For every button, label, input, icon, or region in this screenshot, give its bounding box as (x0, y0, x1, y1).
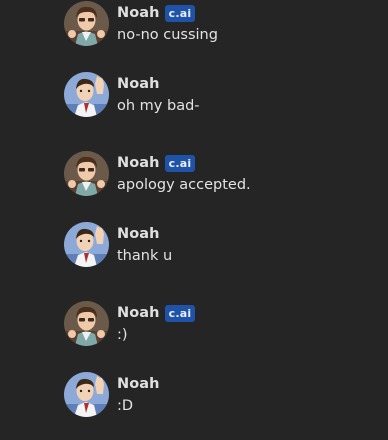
user-avatar[interactable] (64, 222, 109, 267)
sender-name[interactable]: Noah (117, 5, 160, 21)
message-header: Noah (117, 224, 160, 244)
bot-avatar[interactable] (64, 1, 109, 46)
user-avatar-icon (64, 72, 109, 117)
message-header: Noah c.ai (117, 303, 196, 323)
message-text: :) (117, 327, 128, 343)
message-text: :D (117, 398, 134, 414)
cai-badge: c.ai (164, 154, 196, 172)
message-header: Noah c.ai (117, 153, 196, 173)
bot-avatar-icon (64, 1, 109, 46)
cai-badge: c.ai (164, 304, 196, 322)
message-header: Noah (117, 74, 160, 94)
bot-avatar[interactable] (64, 301, 109, 346)
user-avatar[interactable] (64, 372, 109, 417)
bot-avatar-icon (64, 151, 109, 196)
message-text: no-no cussing (117, 27, 218, 43)
message-header: Noah c.ai (117, 3, 196, 23)
user-avatar-icon (64, 372, 109, 417)
message-header: Noah (117, 374, 160, 394)
sender-name[interactable]: Noah (117, 305, 160, 321)
user-avatar[interactable] (64, 72, 109, 117)
bot-avatar[interactable] (64, 151, 109, 196)
sender-name[interactable]: Noah (117, 155, 160, 171)
message-text: oh my bad- (117, 98, 200, 114)
cai-badge: c.ai (164, 4, 196, 22)
message-text: apology accepted. (117, 177, 251, 193)
message-list: Noah c.ai no-no cussing Noah oh my bad- (0, 0, 388, 440)
user-avatar-icon (64, 222, 109, 267)
sender-name[interactable]: Noah (117, 226, 160, 242)
sender-name[interactable]: Noah (117, 376, 160, 392)
message-text: thank u (117, 248, 173, 264)
sender-name[interactable]: Noah (117, 76, 160, 92)
bot-avatar-icon (64, 301, 109, 346)
